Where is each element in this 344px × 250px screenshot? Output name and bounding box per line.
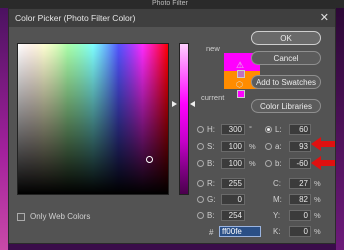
saturation-unit: % — [249, 142, 256, 151]
color-field-marker[interactable] — [146, 156, 153, 163]
radio-b-channel[interactable] — [265, 160, 272, 167]
gamut-color-square[interactable] — [237, 70, 245, 78]
color-picker-dialog: Color Picker (Photo Filter Color) ✕ new … — [8, 8, 336, 244]
a-channel-input[interactable]: 93 — [289, 141, 311, 152]
hue-label: H: — [207, 125, 215, 134]
ok-button[interactable]: OK — [251, 31, 321, 45]
color-slider[interactable] — [179, 43, 189, 195]
radio-green[interactable] — [197, 196, 204, 203]
radio-a-channel[interactable] — [265, 143, 272, 150]
yellow-input[interactable]: 0 — [289, 210, 311, 221]
radio-hue[interactable] — [197, 126, 204, 133]
blue-label: B: — [207, 211, 215, 220]
cyan-unit: % — [314, 179, 321, 188]
only-web-colors-label: Only Web Colors — [30, 212, 91, 221]
b-channel-label: b: — [275, 159, 282, 168]
a-channel-label: a: — [275, 142, 282, 151]
background-artwork-right — [336, 8, 344, 250]
color-libraries-button[interactable]: Color Libraries — [251, 99, 321, 113]
hue-input[interactable]: 300 — [221, 124, 245, 135]
saturation-label: S: — [207, 142, 215, 151]
background-window-title: Photo Filter — [152, 0, 188, 7]
green-label: G: — [207, 195, 216, 204]
cyan-input[interactable]: 27 — [289, 178, 311, 189]
red-label: R: — [207, 179, 215, 188]
web-safe-color-square[interactable] — [237, 90, 245, 98]
radio-red[interactable] — [197, 180, 204, 187]
b-channel-input[interactable]: -60 — [289, 158, 311, 169]
background-artwork — [0, 8, 8, 250]
brightness-label: B: — [207, 159, 215, 168]
yellow-label: Y: — [273, 211, 281, 220]
cancel-button[interactable]: Cancel — [251, 51, 321, 65]
dialog-title: Color Picker (Photo Filter Color) — [15, 13, 136, 23]
title-bar: Color Picker (Photo Filter Color) ✕ — [9, 9, 335, 27]
annotation-arrow-b — [311, 156, 335, 170]
black-input[interactable]: 0 — [289, 226, 311, 237]
hex-label: # — [209, 228, 214, 237]
yellow-unit: % — [314, 211, 321, 220]
color-field[interactable] — [17, 43, 169, 195]
new-color-label: new — [206, 44, 220, 53]
blue-input[interactable]: 254 — [221, 210, 245, 221]
red-input[interactable]: 255 — [221, 178, 245, 189]
radio-lightness[interactable] — [265, 126, 272, 133]
cyan-label: C: — [273, 179, 281, 188]
green-input[interactable]: 0 — [221, 194, 245, 205]
hue-unit: ° — [249, 124, 252, 133]
brightness-input[interactable]: 100 — [221, 158, 245, 169]
black-unit: % — [314, 227, 321, 236]
saturation-input[interactable]: 100 — [221, 141, 245, 152]
lightness-input[interactable]: 60 — [289, 124, 311, 135]
magenta-input[interactable]: 82 — [289, 194, 311, 205]
hue-slider-left-arrow[interactable] — [172, 101, 177, 107]
black-label: K: — [273, 227, 281, 236]
close-icon[interactable]: ✕ — [320, 11, 329, 24]
hue-slider-right-arrow[interactable] — [190, 101, 195, 107]
radio-brightness[interactable] — [197, 160, 204, 167]
annotation-arrow-a — [311, 137, 335, 151]
magenta-label: M: — [273, 195, 282, 204]
only-web-colors-checkbox[interactable] — [17, 213, 25, 221]
lightness-label: L: — [275, 125, 282, 134]
current-color-label: current — [201, 93, 225, 102]
radio-saturation[interactable] — [197, 143, 204, 150]
brightness-unit: % — [249, 159, 256, 168]
add-to-swatches-button[interactable]: Add to Swatches — [251, 75, 321, 89]
radio-blue[interactable] — [197, 212, 204, 219]
hex-input[interactable]: ff00fe — [219, 226, 261, 237]
magenta-unit: % — [314, 195, 321, 204]
web-safe-cube-icon[interactable]: ⬡ — [236, 80, 243, 89]
